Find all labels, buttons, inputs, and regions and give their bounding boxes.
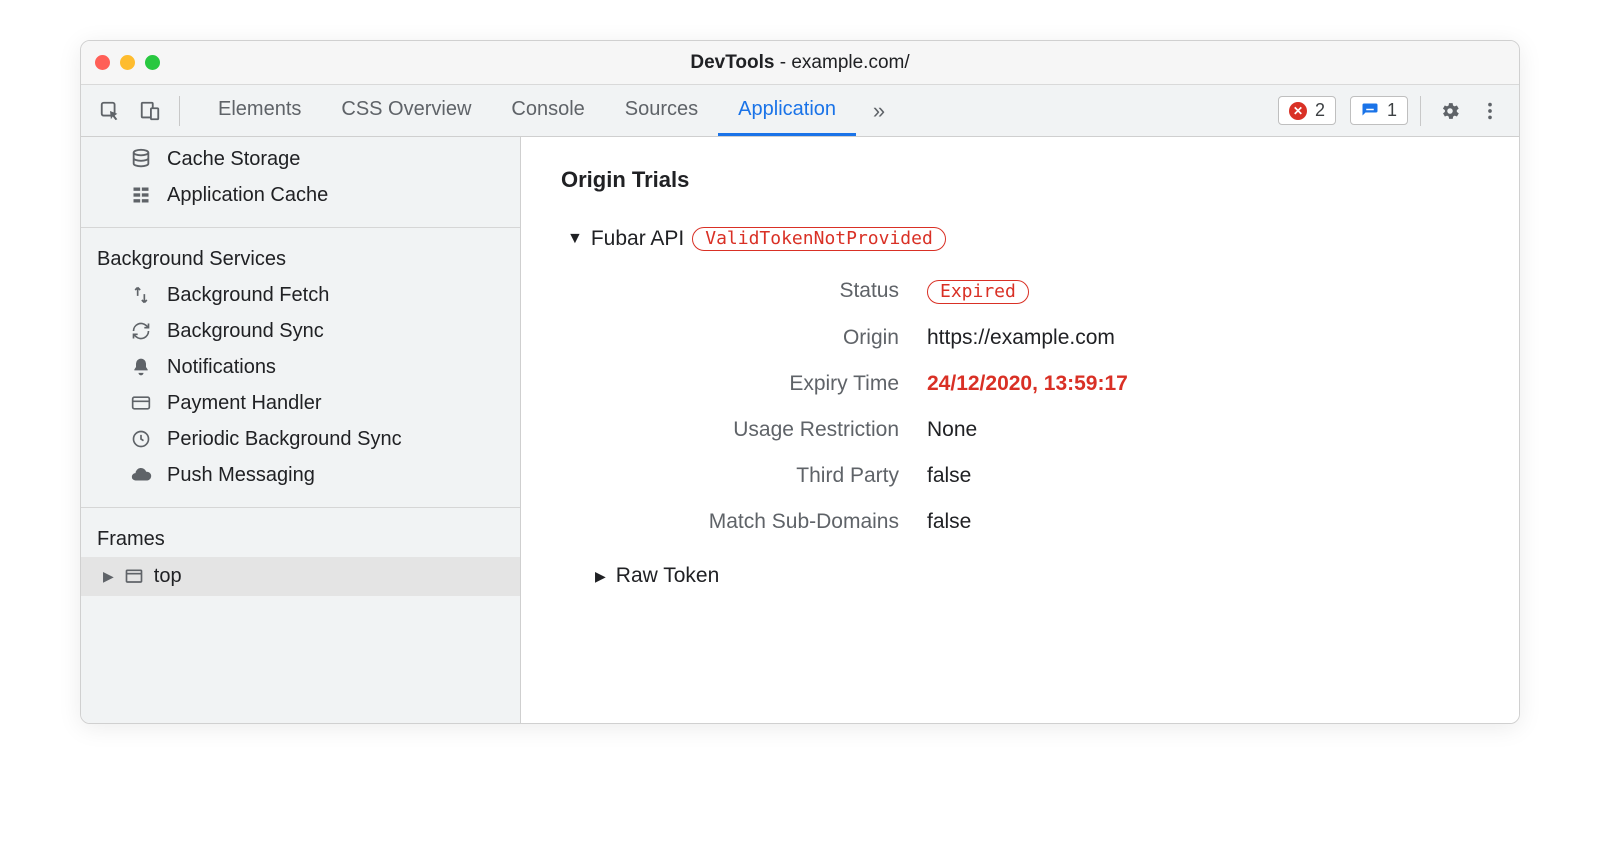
sidebar-group-cache: Cache Storage Application Cache	[81, 137, 520, 228]
frame-icon	[124, 567, 144, 587]
application-sidebar: Cache Storage Application Cache Backgrou…	[81, 137, 521, 723]
sidebar-item-label: Payment Handler	[167, 392, 322, 415]
sidebar-item-label: Application Cache	[167, 184, 328, 207]
error-count-chip[interactable]: ✕ 2	[1278, 96, 1336, 125]
status-label: Status	[619, 279, 899, 304]
devtools-toolbar: Elements CSS Overview Console Sources Ap…	[81, 85, 1519, 137]
close-window-button[interactable]	[95, 55, 110, 70]
window-title-app: DevTools	[690, 52, 774, 73]
devtools-window: DevTools - example.com/ Elements CSS Ove…	[80, 40, 1520, 724]
window-title: DevTools - example.com/	[81, 52, 1519, 74]
clock-icon	[129, 427, 153, 451]
fetch-icon	[129, 283, 153, 307]
credit-card-icon	[129, 391, 153, 415]
window-title-page: example.com/	[791, 52, 909, 73]
sidebar-item-label: Cache Storage	[167, 148, 300, 171]
usage-restriction-label: Usage Restriction	[619, 418, 899, 442]
trial-details: Status Expired Origin https://example.co…	[619, 279, 1479, 534]
origin-label: Origin	[619, 326, 899, 350]
sidebar-item-label: Periodic Background Sync	[167, 428, 402, 451]
third-party-value: false	[927, 464, 1479, 488]
issues-icon	[1361, 102, 1379, 120]
cloud-icon	[129, 463, 153, 487]
bell-icon	[129, 355, 153, 379]
issues-count: 1	[1387, 100, 1397, 121]
grid-icon	[129, 183, 153, 207]
usage-restriction-value: None	[927, 418, 1479, 442]
origin-value: https://example.com	[927, 326, 1479, 350]
more-options-icon[interactable]	[1473, 94, 1507, 128]
sidebar-item-background-fetch[interactable]: Background Fetch	[81, 277, 520, 313]
sidebar-item-background-sync[interactable]: Background Sync	[81, 313, 520, 349]
chevron-down-icon: ▼	[567, 230, 583, 248]
third-party-label: Third Party	[619, 464, 899, 488]
sidebar-item-cache-storage[interactable]: Cache Storage	[81, 141, 520, 177]
tab-console[interactable]: Console	[491, 85, 604, 136]
match-subdomains-label: Match Sub-Domains	[619, 510, 899, 534]
body: Cache Storage Application Cache Backgrou…	[81, 137, 1519, 723]
sidebar-item-application-cache[interactable]: Application Cache	[81, 177, 520, 213]
sidebar-item-payment-handler[interactable]: Payment Handler	[81, 385, 520, 421]
inspect-element-icon[interactable]	[93, 94, 127, 128]
sidebar-item-push-messaging[interactable]: Push Messaging	[81, 457, 520, 493]
sidebar-group-title: Frames	[81, 518, 520, 557]
sidebar-item-notifications[interactable]: Notifications	[81, 349, 520, 385]
tab-sources[interactable]: Sources	[605, 85, 718, 136]
match-subdomains-value: false	[927, 510, 1479, 534]
sidebar-item-label: Notifications	[167, 356, 276, 379]
sidebar-item-frame-top[interactable]: ▶ top	[81, 557, 520, 596]
error-icon: ✕	[1289, 102, 1307, 120]
database-icon	[129, 147, 153, 171]
expiry-label: Expiry Time	[619, 372, 899, 396]
sidebar-item-label: Background Sync	[167, 320, 324, 343]
minimize-window-button[interactable]	[120, 55, 135, 70]
frame-label: top	[154, 565, 182, 588]
tab-css-overview[interactable]: CSS Overview	[321, 85, 491, 136]
sidebar-item-label: Background Fetch	[167, 284, 329, 307]
raw-token-row[interactable]: ▶ Raw Token	[595, 564, 1479, 588]
issues-count-chip[interactable]: 1	[1350, 96, 1408, 125]
main-content: Origin Trials ▼ Fubar API ValidTokenNotP…	[521, 137, 1519, 723]
sidebar-group-background-services: Background Services Background Fetch Bac…	[81, 228, 520, 508]
tab-elements[interactable]: Elements	[198, 85, 321, 136]
toolbar-divider	[1420, 96, 1421, 126]
device-toggle-icon[interactable]	[133, 94, 167, 128]
sidebar-group-frames: Frames ▶ top	[81, 508, 520, 596]
expiry-value: 24/12/2020, 13:59:17	[927, 372, 1479, 396]
toolbar-divider	[179, 96, 180, 126]
chevron-right-icon: ▶	[103, 568, 114, 585]
section-title: Origin Trials	[561, 167, 1479, 193]
zoom-window-button[interactable]	[145, 55, 160, 70]
sidebar-item-periodic-background-sync[interactable]: Periodic Background Sync	[81, 421, 520, 457]
tabs-overflow-icon[interactable]: »	[862, 94, 896, 128]
trial-name: Fubar API	[591, 227, 684, 251]
sync-icon	[129, 319, 153, 343]
tab-application[interactable]: Application	[718, 85, 856, 136]
sidebar-group-title: Background Services	[81, 238, 520, 277]
settings-icon[interactable]	[1433, 94, 1467, 128]
trial-status-badge: ValidTokenNotProvided	[692, 227, 946, 251]
window-controls	[95, 55, 160, 70]
error-count: 2	[1315, 100, 1325, 121]
panel-tabs: Elements CSS Overview Console Sources Ap…	[198, 85, 856, 136]
status-value: Expired	[927, 279, 1479, 304]
sidebar-item-label: Push Messaging	[167, 464, 315, 487]
origin-trial-row[interactable]: ▼ Fubar API ValidTokenNotProvided	[567, 227, 1479, 251]
chevron-right-icon: ▶	[595, 568, 606, 585]
raw-token-label: Raw Token	[616, 564, 720, 588]
title-bar: DevTools - example.com/	[81, 41, 1519, 85]
